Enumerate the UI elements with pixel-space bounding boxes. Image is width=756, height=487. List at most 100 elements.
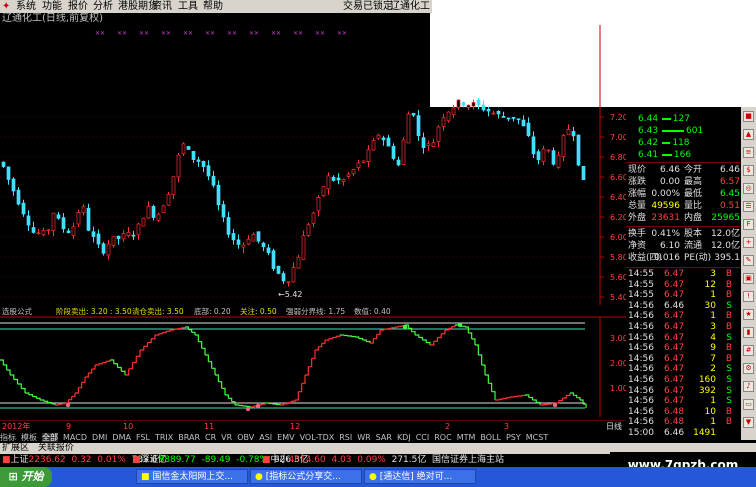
indicator-tab-全部[interactable]: 全部	[42, 433, 58, 442]
candle-body[interactable]	[106, 243, 111, 256]
candle-body[interactable]	[511, 117, 516, 119]
candle-body[interactable]	[301, 235, 306, 260]
chart-icon[interactable]: ▲	[743, 129, 754, 140]
candle-body[interactable]	[61, 217, 66, 230]
menu-item-help[interactable]: 帮助	[203, 0, 223, 13]
candle-body[interactable]	[406, 113, 411, 144]
order-book-level[interactable]: 6.42 118	[626, 138, 740, 149]
candle-body[interactable]	[321, 186, 326, 196]
candle-body[interactable]	[471, 102, 476, 107]
trade-lock-status[interactable]: 交易已锁定	[343, 0, 393, 13]
candle-body[interactable]	[151, 206, 156, 218]
menu-item-quote[interactable]: 报价	[68, 0, 88, 13]
candle-body[interactable]	[581, 165, 586, 181]
candle-body[interactable]	[516, 118, 521, 121]
candle-body[interactable]	[521, 119, 526, 127]
candle-body[interactable]	[576, 134, 581, 166]
candle-body[interactable]	[526, 122, 531, 136]
menu-item-function[interactable]: 功能	[42, 0, 62, 13]
stock-icon[interactable]: ■	[743, 111, 754, 122]
candle-body[interactable]	[481, 104, 486, 111]
scroll-down-icon[interactable]: ▼	[743, 417, 754, 428]
candle-body[interactable]	[356, 162, 361, 168]
indicator-tab-emv[interactable]: EMV	[277, 433, 294, 442]
candle-body[interactable]	[316, 197, 321, 212]
candle-body[interactable]	[86, 207, 91, 231]
candle-body[interactable]	[326, 175, 331, 190]
candle-body[interactable]	[131, 234, 136, 237]
candle-body[interactable]	[286, 281, 291, 284]
candle-body[interactable]	[476, 99, 481, 106]
menu-item-system[interactable]: 系统	[16, 0, 36, 13]
candle-body[interactable]	[136, 223, 141, 236]
stats-icon[interactable]: ▮	[743, 327, 754, 338]
candle-body[interactable]	[156, 213, 161, 221]
candle-body[interactable]	[446, 111, 451, 122]
candle-body[interactable]	[366, 149, 371, 163]
candle-body[interactable]	[216, 184, 221, 206]
candle-body[interactable]	[71, 226, 76, 236]
candle-body[interactable]	[546, 149, 551, 152]
radar-icon[interactable]: ◎	[743, 183, 754, 194]
candle-body[interactable]	[166, 193, 171, 206]
candle-body[interactable]	[46, 229, 51, 232]
f10-icon[interactable]: F	[743, 219, 754, 230]
zoom-icon[interactable]: +	[743, 237, 754, 248]
candle-body[interactable]	[556, 154, 561, 168]
candle-body[interactable]	[256, 231, 261, 242]
indicator-tab-mtm[interactable]: MTM	[457, 433, 476, 442]
ext-tab-related[interactable]: 关联报价	[38, 443, 74, 453]
menu-item-news[interactable]: 资讯	[152, 0, 172, 13]
candle-body[interactable]	[76, 212, 81, 225]
candle-body[interactable]	[276, 265, 281, 274]
candle-body[interactable]	[391, 145, 396, 159]
candle-body[interactable]	[506, 117, 511, 120]
candle-body[interactable]	[31, 227, 36, 233]
candle-body[interactable]	[261, 242, 266, 248]
candle-body[interactable]	[161, 205, 166, 213]
candle-body[interactable]	[541, 148, 546, 163]
candle-body[interactable]	[401, 139, 406, 165]
candle-body[interactable]	[411, 113, 416, 116]
indicator-tab-fsl[interactable]: FSL	[136, 433, 150, 442]
candle-body[interactable]	[501, 115, 506, 118]
alert-icon[interactable]: !	[743, 291, 754, 302]
indicator-tab-trix[interactable]: TRIX	[155, 433, 173, 442]
candle-body[interactable]	[376, 134, 381, 139]
candle-body[interactable]	[26, 215, 31, 226]
candlestick-chart[interactable]: 7.20 7.00 6.80 6.60 6.40 6.20 6.00 5.80 5.60 5.40…	[0, 25, 626, 305]
candle-body[interactable]	[186, 146, 191, 150]
candle-body[interactable]	[181, 143, 186, 155]
candle-body[interactable]	[571, 131, 576, 137]
indicator-tab-模板[interactable]: 模板	[21, 433, 37, 442]
menu-item-analysis[interactable]: 分析	[93, 0, 113, 13]
indicator-tab-sar[interactable]: SAR	[376, 433, 392, 442]
candle-body[interactable]	[381, 137, 386, 141]
candle-body[interactable]	[271, 250, 276, 269]
indicator-tab-mcst[interactable]: MCST	[526, 433, 548, 442]
finance-icon[interactable]: $	[743, 165, 754, 176]
start-button[interactable]: ⊞ 开始	[0, 467, 52, 487]
window-icon[interactable]: ▭	[743, 399, 754, 410]
indicator-tab-dmi[interactable]: DMI	[92, 433, 107, 442]
candle-body[interactable]	[386, 137, 391, 147]
candle-body[interactable]	[96, 233, 101, 245]
order-book-level[interactable]: 6.43 601	[626, 126, 740, 137]
candle-body[interactable]	[51, 212, 56, 232]
order-book-level[interactable]: 6.44 127	[626, 114, 740, 125]
candle-body[interactable]	[331, 176, 336, 181]
candle-body[interactable]	[536, 151, 541, 161]
candle-body[interactable]	[21, 202, 26, 215]
candle-body[interactable]	[191, 150, 196, 160]
period-label[interactable]: 日线	[606, 421, 622, 431]
candle-body[interactable]	[36, 232, 41, 235]
candle-body[interactable]	[396, 159, 401, 166]
indicator-tab-boll[interactable]: BOLL	[480, 433, 501, 442]
candle-body[interactable]	[41, 230, 46, 236]
sound-icon[interactable]: ♪	[743, 381, 754, 392]
indicator-tab-obv[interactable]: OBV	[237, 433, 254, 442]
indicator-tab-macd[interactable]: MACD	[63, 433, 87, 442]
candle-body[interactable]	[176, 154, 181, 178]
candle-body[interactable]	[1, 161, 6, 167]
candle-body[interactable]	[291, 267, 296, 283]
